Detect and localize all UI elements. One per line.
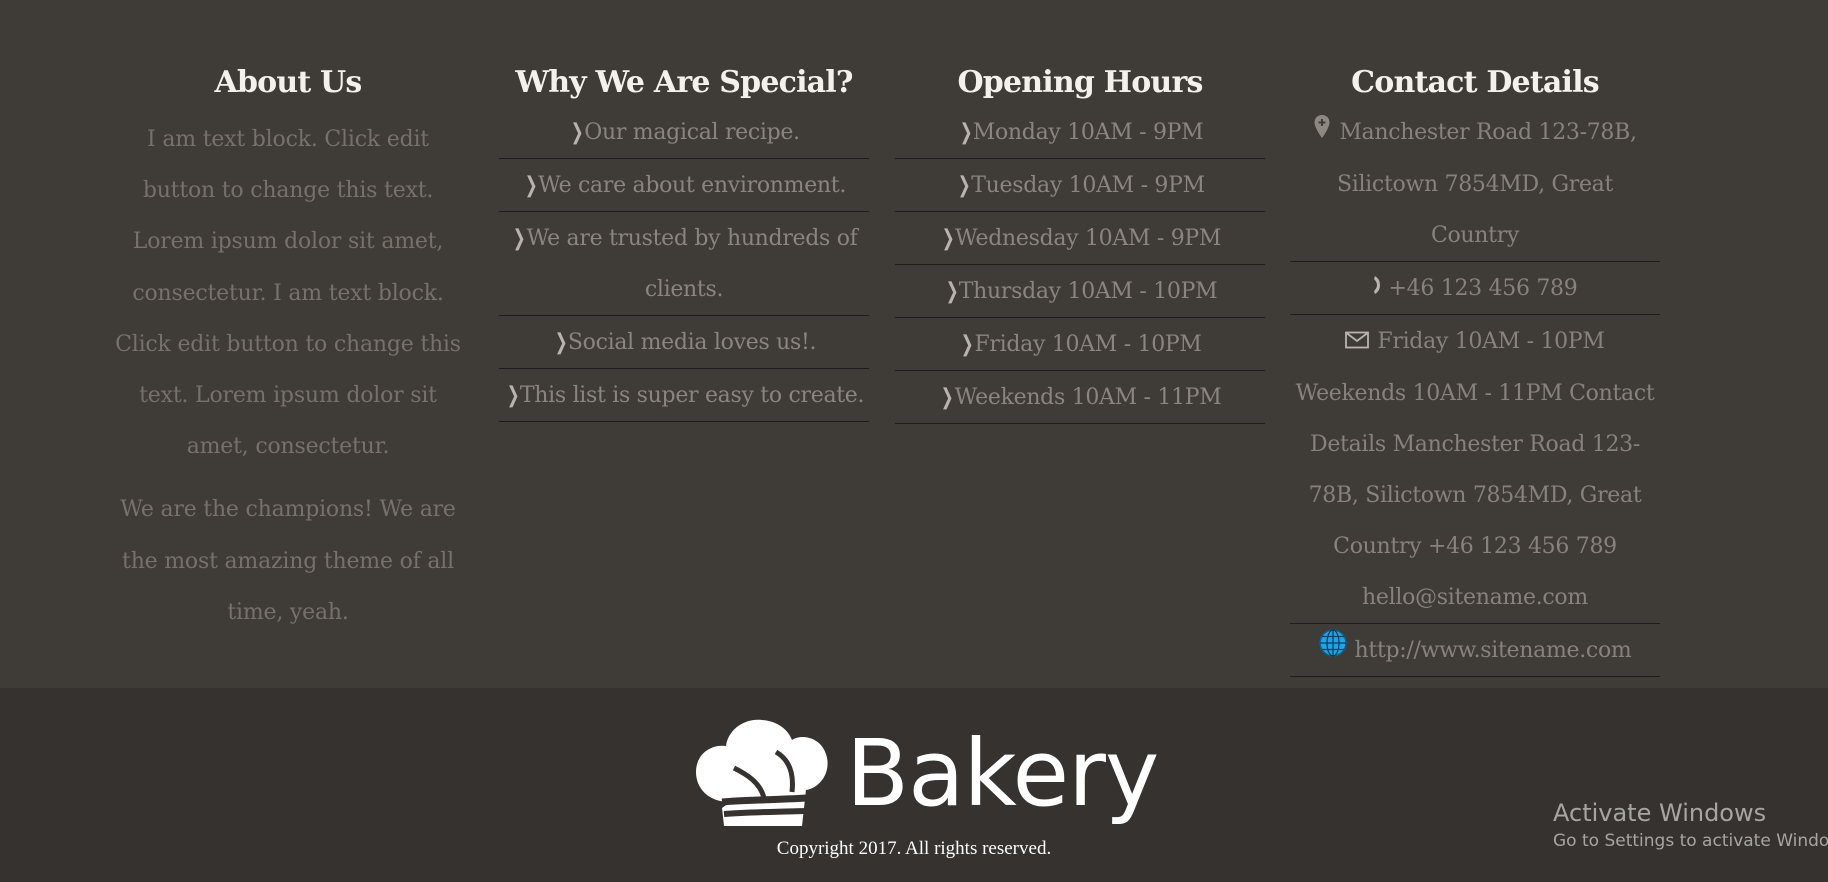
map-pin-icon [1313,108,1331,159]
contact-details-heading: Contact Details [1351,65,1599,100]
chevron-right-icon: ❯ [941,385,954,410]
list-item: ❯Social media loves us!. [499,316,869,369]
chevron-right-icon: ❯ [959,120,973,145]
list-item-label: Weekends 10AM - 11PM [954,385,1222,410]
list-item-label: Thursday 10AM - 10PM [958,279,1218,304]
watermark-title: Activate Windows [1553,799,1767,827]
list-item: ❯Thursday 10AM - 10PM [895,265,1265,318]
chevron-right-icon: ❯ [941,226,955,251]
list-item: ❯We care about environment. [499,159,869,212]
chevron-right-icon: ❯ [570,120,584,145]
list-item: ❯Our magical recipe. [499,106,869,159]
about-us-text: I am text block. Click edit button to ch… [115,127,461,460]
chevron-right-icon: ❯ [506,383,520,408]
chevron-right-icon: ❯ [513,226,526,251]
about-us-heading: About Us [214,65,362,100]
list-item-label: Friday 10AM - 10PM [974,332,1202,357]
about-us-text-2: We are the champions! We are the most am… [120,497,456,625]
contact-email: Friday 10AM - 10PM Weekends 10AM - 11PM … [1290,315,1660,624]
why-special-column: Why We Are Special? ❯Our magical recipe.… [499,60,869,422]
contact-phone-text[interactable]: +46 123 456 789 [1389,276,1578,301]
windows-activation-watermark: Activate Windows Go to Settings to activ… [1553,796,1828,852]
list-item-label: We care about environment. [538,173,847,198]
site-logo-text[interactable]: Bakery [846,724,1159,824]
list-item-label: Social media loves us!. [567,330,817,355]
chevron-right-icon: ❯ [945,279,959,304]
chevron-right-icon: ❯ [554,330,568,355]
list-item-label: We are trusted by hundreds of clients. [526,226,858,302]
list-item: ❯Monday 10AM - 9PM [895,106,1265,159]
list-item: ❯This list is super easy to create. [499,369,869,422]
opening-hours-column: Opening Hours ❯Monday 10AM - 9PM ❯Tuesda… [895,60,1265,424]
list-item-label: Wednesday 10AM - 9PM [954,226,1222,251]
why-special-list: ❯Our magical recipe. ❯We care about envi… [499,106,869,422]
contact-website: http://www.sitename.com [1290,624,1660,677]
list-item-label: This list is super easy to create. [519,383,865,408]
globe-icon [1318,625,1347,676]
contact-details-list: Manchester Road 123-78B, Silictown 7854M… [1290,106,1660,677]
list-item: ❯We are trusted by hundreds of clients. [499,212,869,316]
chevron-right-icon: ❯ [961,332,974,357]
contact-phone: +46 123 456 789 [1290,262,1660,315]
contact-website-link[interactable]: http://www.sitename.com [1355,638,1632,663]
footer-widgets: About Us I am text block. Click edit but… [0,0,1828,688]
chevron-right-icon: ❯ [957,173,971,198]
watermark-subtitle: Go to Settings to activate Windows. [1553,831,1828,851]
phone-icon [1373,263,1381,314]
list-item: ❯Weekends 10AM - 11PM [895,371,1265,424]
list-item: ❯Tuesday 10AM - 9PM [895,159,1265,212]
list-item: ❯Friday 10AM - 10PM [895,318,1265,371]
chevron-right-icon: ❯ [524,173,538,198]
chef-hat-icon [696,719,828,826]
contact-email-text[interactable]: Friday 10AM - 10PM Weekends 10AM - 11PM … [1296,329,1655,610]
list-item: ❯Wednesday 10AM - 9PM [895,212,1265,265]
opening-hours-heading: Opening Hours [957,65,1203,100]
why-special-heading: Why We Are Special? [515,65,853,100]
contact-details-column: Contact Details Manchester Road 123-78B,… [1290,60,1660,677]
contact-address: Manchester Road 123-78B, Silictown 7854M… [1290,106,1660,262]
list-item-label: Tuesday 10AM - 9PM [971,173,1205,198]
about-us-column: About Us I am text block. Click edit but… [112,60,464,638]
list-item-label: Our magical recipe. [584,120,800,145]
envelope-icon [1345,317,1370,368]
list-item-label: Monday 10AM - 9PM [972,120,1204,145]
contact-address-text: Manchester Road 123-78B, Silictown 7854M… [1336,120,1637,248]
opening-hours-list: ❯Monday 10AM - 9PM ❯Tuesday 10AM - 9PM ❯… [895,106,1265,424]
